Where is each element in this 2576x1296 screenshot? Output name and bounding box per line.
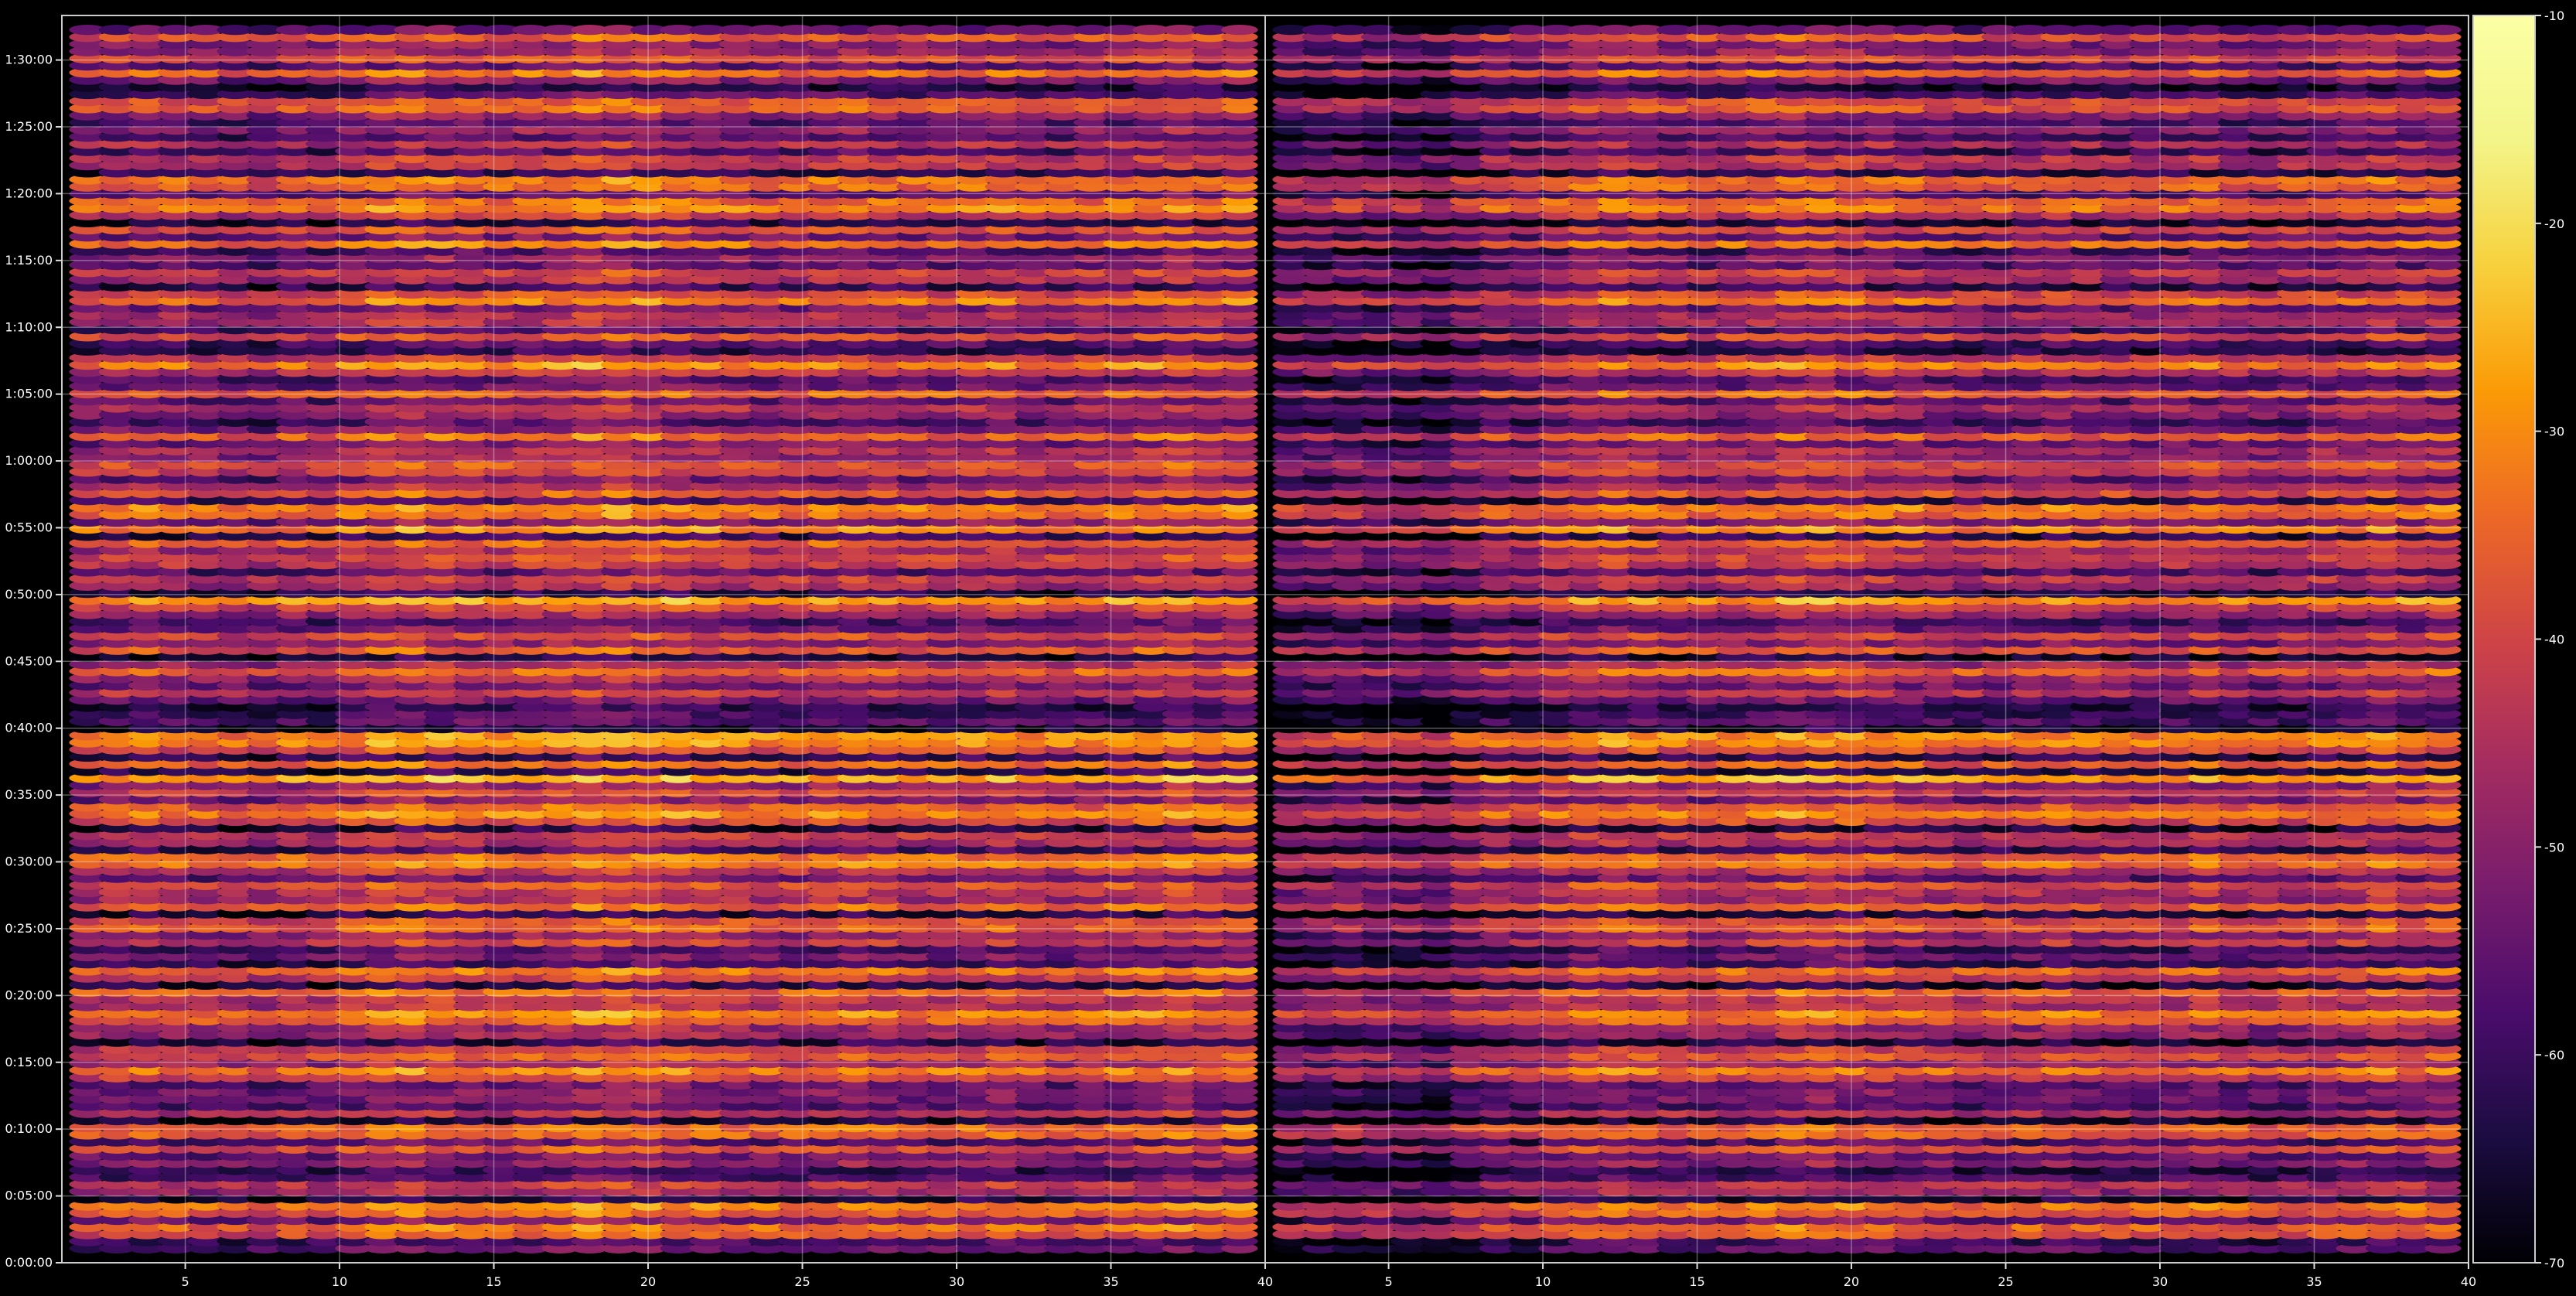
panels-layer: 5 10 15 20 25 30 35 40 5 10 15 20 25 30 35 400:00:000:0… [5,15,2476,1289]
spectrogram-figure: 5 10 15 20 25 30 35 40 5 10 15 20 25 30 35 40 0:00:00 0:0… [0,0,2576,1293]
panel-left: 5 10 15 20 25 30 35 40 [61,15,1273,1289]
chart-svg: 5 10 15 20 25 30 35 40 5 10 15 20 25 30 35 400:00:000:0… [5,9,2564,1289]
